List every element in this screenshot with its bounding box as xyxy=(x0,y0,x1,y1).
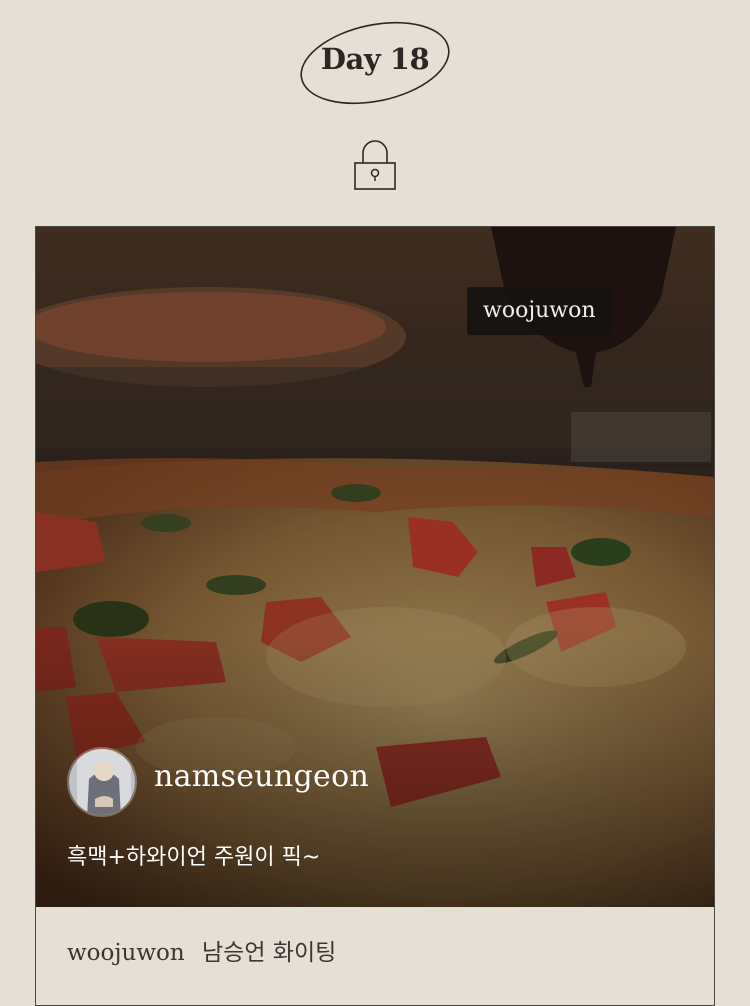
comment-text: 남승언 화이팅 xyxy=(202,940,337,966)
post-card: woojuwon namseungeon 흑맥+하와이언 주원이 픽~ wooj… xyxy=(35,226,715,1006)
comment-row: woojuwon 남승언 화이팅 xyxy=(67,933,336,967)
pizza-photo[interactable]: woojuwon namseungeon 흑맥+하와이언 주원이 픽~ xyxy=(36,227,714,907)
post-caption: 흑맥+하와이언 주원이 픽~ xyxy=(67,845,321,870)
day-badge: Day 18 xyxy=(298,20,452,106)
photo-tag[interactable]: woojuwon xyxy=(467,287,612,335)
avatar[interactable] xyxy=(67,747,137,817)
author-username[interactable]: namseungeon xyxy=(154,759,369,794)
lock-icon[interactable] xyxy=(352,139,398,191)
day-title: Day 18 xyxy=(320,42,430,76)
comment-username[interactable]: woojuwon xyxy=(67,940,185,966)
